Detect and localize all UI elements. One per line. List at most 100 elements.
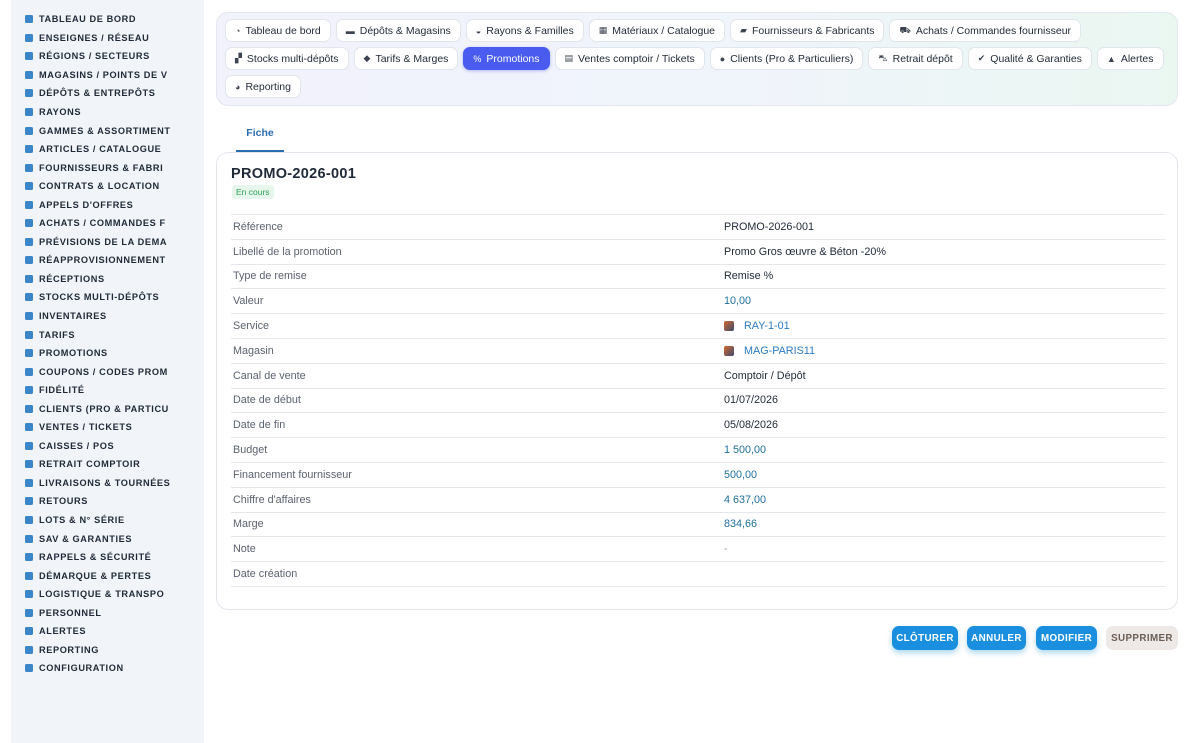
sidebar-item[interactable]: ACHATS / COMMANDES F <box>11 214 204 233</box>
sidebar-item[interactable]: ENSEIGNES / RÉSEAU <box>11 29 204 48</box>
field-value: Promo Gros œuvre & Béton -20% <box>724 245 887 258</box>
sidebar-item-label: PRÉVISIONS DE LA DEMA <box>39 236 168 247</box>
check-icon: ✔ <box>977 53 986 63</box>
sidebar-item[interactable]: VENTES / TICKETS <box>11 418 204 437</box>
tab-tag[interactable]: ◆ Tarifs & Marges <box>353 47 459 70</box>
sidebar-item[interactable]: LIVRAISONS & TOURNÉES <box>11 474 204 493</box>
tab-box[interactable]: ▦ Matériaux / Catalogue <box>588 19 726 42</box>
dashboard-icon <box>24 15 33 24</box>
sidebar-item[interactable]: APPELS D'OFFRES <box>11 195 204 214</box>
sidebar-item[interactable]: DÉMARQUE & PERTES <box>11 566 204 585</box>
tab-basket[interactable]: ◒ Rayons & Familles <box>465 19 584 42</box>
warehouse-icon <box>24 89 33 98</box>
tab-bell[interactable]: ▲ Alertes <box>1096 47 1164 70</box>
tab-label: Alertes <box>1120 52 1154 65</box>
tab-stock[interactable]: ▞ Stocks multi-dépôts <box>225 47 349 70</box>
tab-label: Stocks multi-dépôts <box>246 52 339 65</box>
tab-receipt[interactable]: ▤ Ventes comptoir / Tickets <box>554 47 705 70</box>
tab-cart[interactable]: ⛟ Achats / Commandes fournisseur <box>889 19 1082 42</box>
sidebar-item[interactable]: COUPONS / CODES PROM <box>11 362 204 381</box>
tab-chart[interactable]: ◕ Reporting <box>225 75 301 98</box>
chart-icon <box>24 645 33 654</box>
chart-icon: ◕ <box>235 81 241 92</box>
sidebar-item[interactable]: TARIFS <box>11 325 204 344</box>
sidebar-item[interactable]: RETOURS <box>11 492 204 511</box>
stock-icon <box>24 293 33 302</box>
tab-row: ▞ Stocks multi-dépôts ◆ Tarifs & Marges% Pro… <box>225 47 1169 70</box>
sidebar-item-label: ARTICLES / CATALOGUE <box>39 144 162 155</box>
table-row: Type de remise Remise % <box>231 265 1165 290</box>
field-value: - <box>724 543 728 556</box>
sidebar-item[interactable]: CONFIGURATION <box>11 659 204 678</box>
bell-icon <box>24 627 33 636</box>
sidebar-item[interactable]: INVENTAIRES <box>11 307 204 326</box>
receipt-icon <box>24 423 33 432</box>
link-text[interactable]: RAY-1-01 <box>744 320 790 332</box>
sidebar-item[interactable]: TABLEAU DE BORD <box>11 10 204 29</box>
tab-label: Reporting <box>245 80 291 93</box>
table-row: Chiffre d'affaires 4 637,00 <box>231 488 1165 513</box>
record-card: PROMO-2026-001 En cours Référence PROMO-2… <box>216 152 1178 610</box>
sidebar-item[interactable]: REPORTING <box>11 641 204 660</box>
field-value[interactable]: MAG-PARIS11 <box>724 345 815 357</box>
field-value: 05/08/2026 <box>724 419 779 432</box>
sidebar-item[interactable]: ALERTES <box>11 622 204 641</box>
tab-dashboard[interactable]: ◔ Tableau de bord <box>225 19 331 42</box>
sidebar-item[interactable]: CAISSES / POS <box>11 437 204 456</box>
sidebar-item[interactable]: LOTS & N° SÉRIE <box>11 511 204 530</box>
tab-truck[interactable]: ▰ Fournisseurs & Fabricants <box>730 19 885 42</box>
user-icon: ● <box>719 53 726 64</box>
delete-button[interactable]: SUPPRIMER <box>1106 626 1178 650</box>
thumbnail-icon <box>724 321 734 332</box>
sidebar-item[interactable]: PROMOTIONS <box>11 344 204 363</box>
sidebar-item[interactable]: RETRAIT COMPTOIR <box>11 455 204 474</box>
sidebar-item[interactable]: STOCKS MULTI-DÉPÔTS <box>11 288 204 307</box>
cart-icon <box>24 219 33 228</box>
sidebar-item[interactable]: ARTICLES / CATALOGUE <box>11 140 204 159</box>
sidebar-item[interactable]: PRÉVISIONS DE LA DEMA <box>11 233 204 252</box>
tab-user[interactable]: ● Clients (Pro & Particuliers) <box>709 47 864 70</box>
record-title: PROMO-2026-001 <box>231 166 357 182</box>
edit-button[interactable]: MODIFIER <box>1036 626 1097 650</box>
undo-icon <box>24 497 33 506</box>
sidebar-item[interactable]: LOGISTIQUE & TRANSPO <box>11 585 204 604</box>
tab-check[interactable]: ✔ Qualité & Garanties <box>967 47 1092 70</box>
sidebar-item[interactable]: RÉCEPTIONS <box>11 270 204 289</box>
tab-percent[interactable]: % Promotions <box>463 47 550 70</box>
sidebar-item[interactable]: CONTRATS & LOCATION <box>11 177 204 196</box>
car-icon <box>24 460 33 469</box>
tab-car[interactable]: ⛍ Retrait dépôt <box>868 47 963 70</box>
tab-warehouse[interactable]: ▬ Dépôts & Magasins <box>335 19 461 42</box>
field-value[interactable]: RAY-1-01 <box>724 320 790 332</box>
sidebar-item[interactable]: MAGASINS / POINTS DE V <box>11 66 204 85</box>
cart-icon: ⛟ <box>899 24 911 35</box>
store-icon <box>24 70 33 79</box>
sidebar-item-label: LIVRAISONS & TOURNÉES <box>39 477 171 488</box>
close-button[interactable]: CLÔTURER <box>892 626 958 650</box>
sidebar-item[interactable]: RÉGIONS / SECTEURS <box>11 47 204 66</box>
sidebar-item[interactable]: GAMMES & ASSORTIMENT <box>11 121 204 140</box>
sidebar-item-label: REPORTING <box>39 644 100 655</box>
field-label: Valeur <box>233 295 264 308</box>
link-text[interactable]: MAG-PARIS11 <box>744 345 815 357</box>
sidebar-item[interactable]: PERSONNEL <box>11 604 204 623</box>
sidebar-item[interactable]: CLIENTS (PRO & PARTICU <box>11 399 204 418</box>
barcode-icon <box>24 516 33 525</box>
sidebar-item-label: CAISSES / POS <box>39 440 115 451</box>
cancel-button[interactable]: ANNULER <box>967 626 1026 650</box>
tab-row: ◕ Reporting <box>225 75 1169 98</box>
sidebar-item[interactable]: FOURNISSEURS & FABRI <box>11 158 204 177</box>
sidebar-item[interactable]: FIDÉLITÉ <box>11 381 204 400</box>
sidebar-item-label: RETOURS <box>39 496 88 507</box>
sidebar-item[interactable]: RAPPELS & SÉCURITÉ <box>11 548 204 567</box>
sidebar-item[interactable]: RAYONS <box>11 103 204 122</box>
sidebar-item[interactable]: SAV & GARANTIES <box>11 529 204 548</box>
sidebar-item-label: SAV & GARANTIES <box>39 533 133 544</box>
sidebar-item[interactable]: RÉAPPROVISIONNEMENT <box>11 251 204 270</box>
tab-fiche[interactable]: Fiche <box>236 120 284 152</box>
sidebar-item-label: APPELS D'OFFRES <box>39 199 134 210</box>
tab-label: Promotions <box>486 52 540 65</box>
document-icon <box>24 182 33 191</box>
sidebar-item[interactable]: DÉPÔTS & ENTREPÔTS <box>11 84 204 103</box>
field-value: PROMO-2026-001 <box>724 220 815 233</box>
